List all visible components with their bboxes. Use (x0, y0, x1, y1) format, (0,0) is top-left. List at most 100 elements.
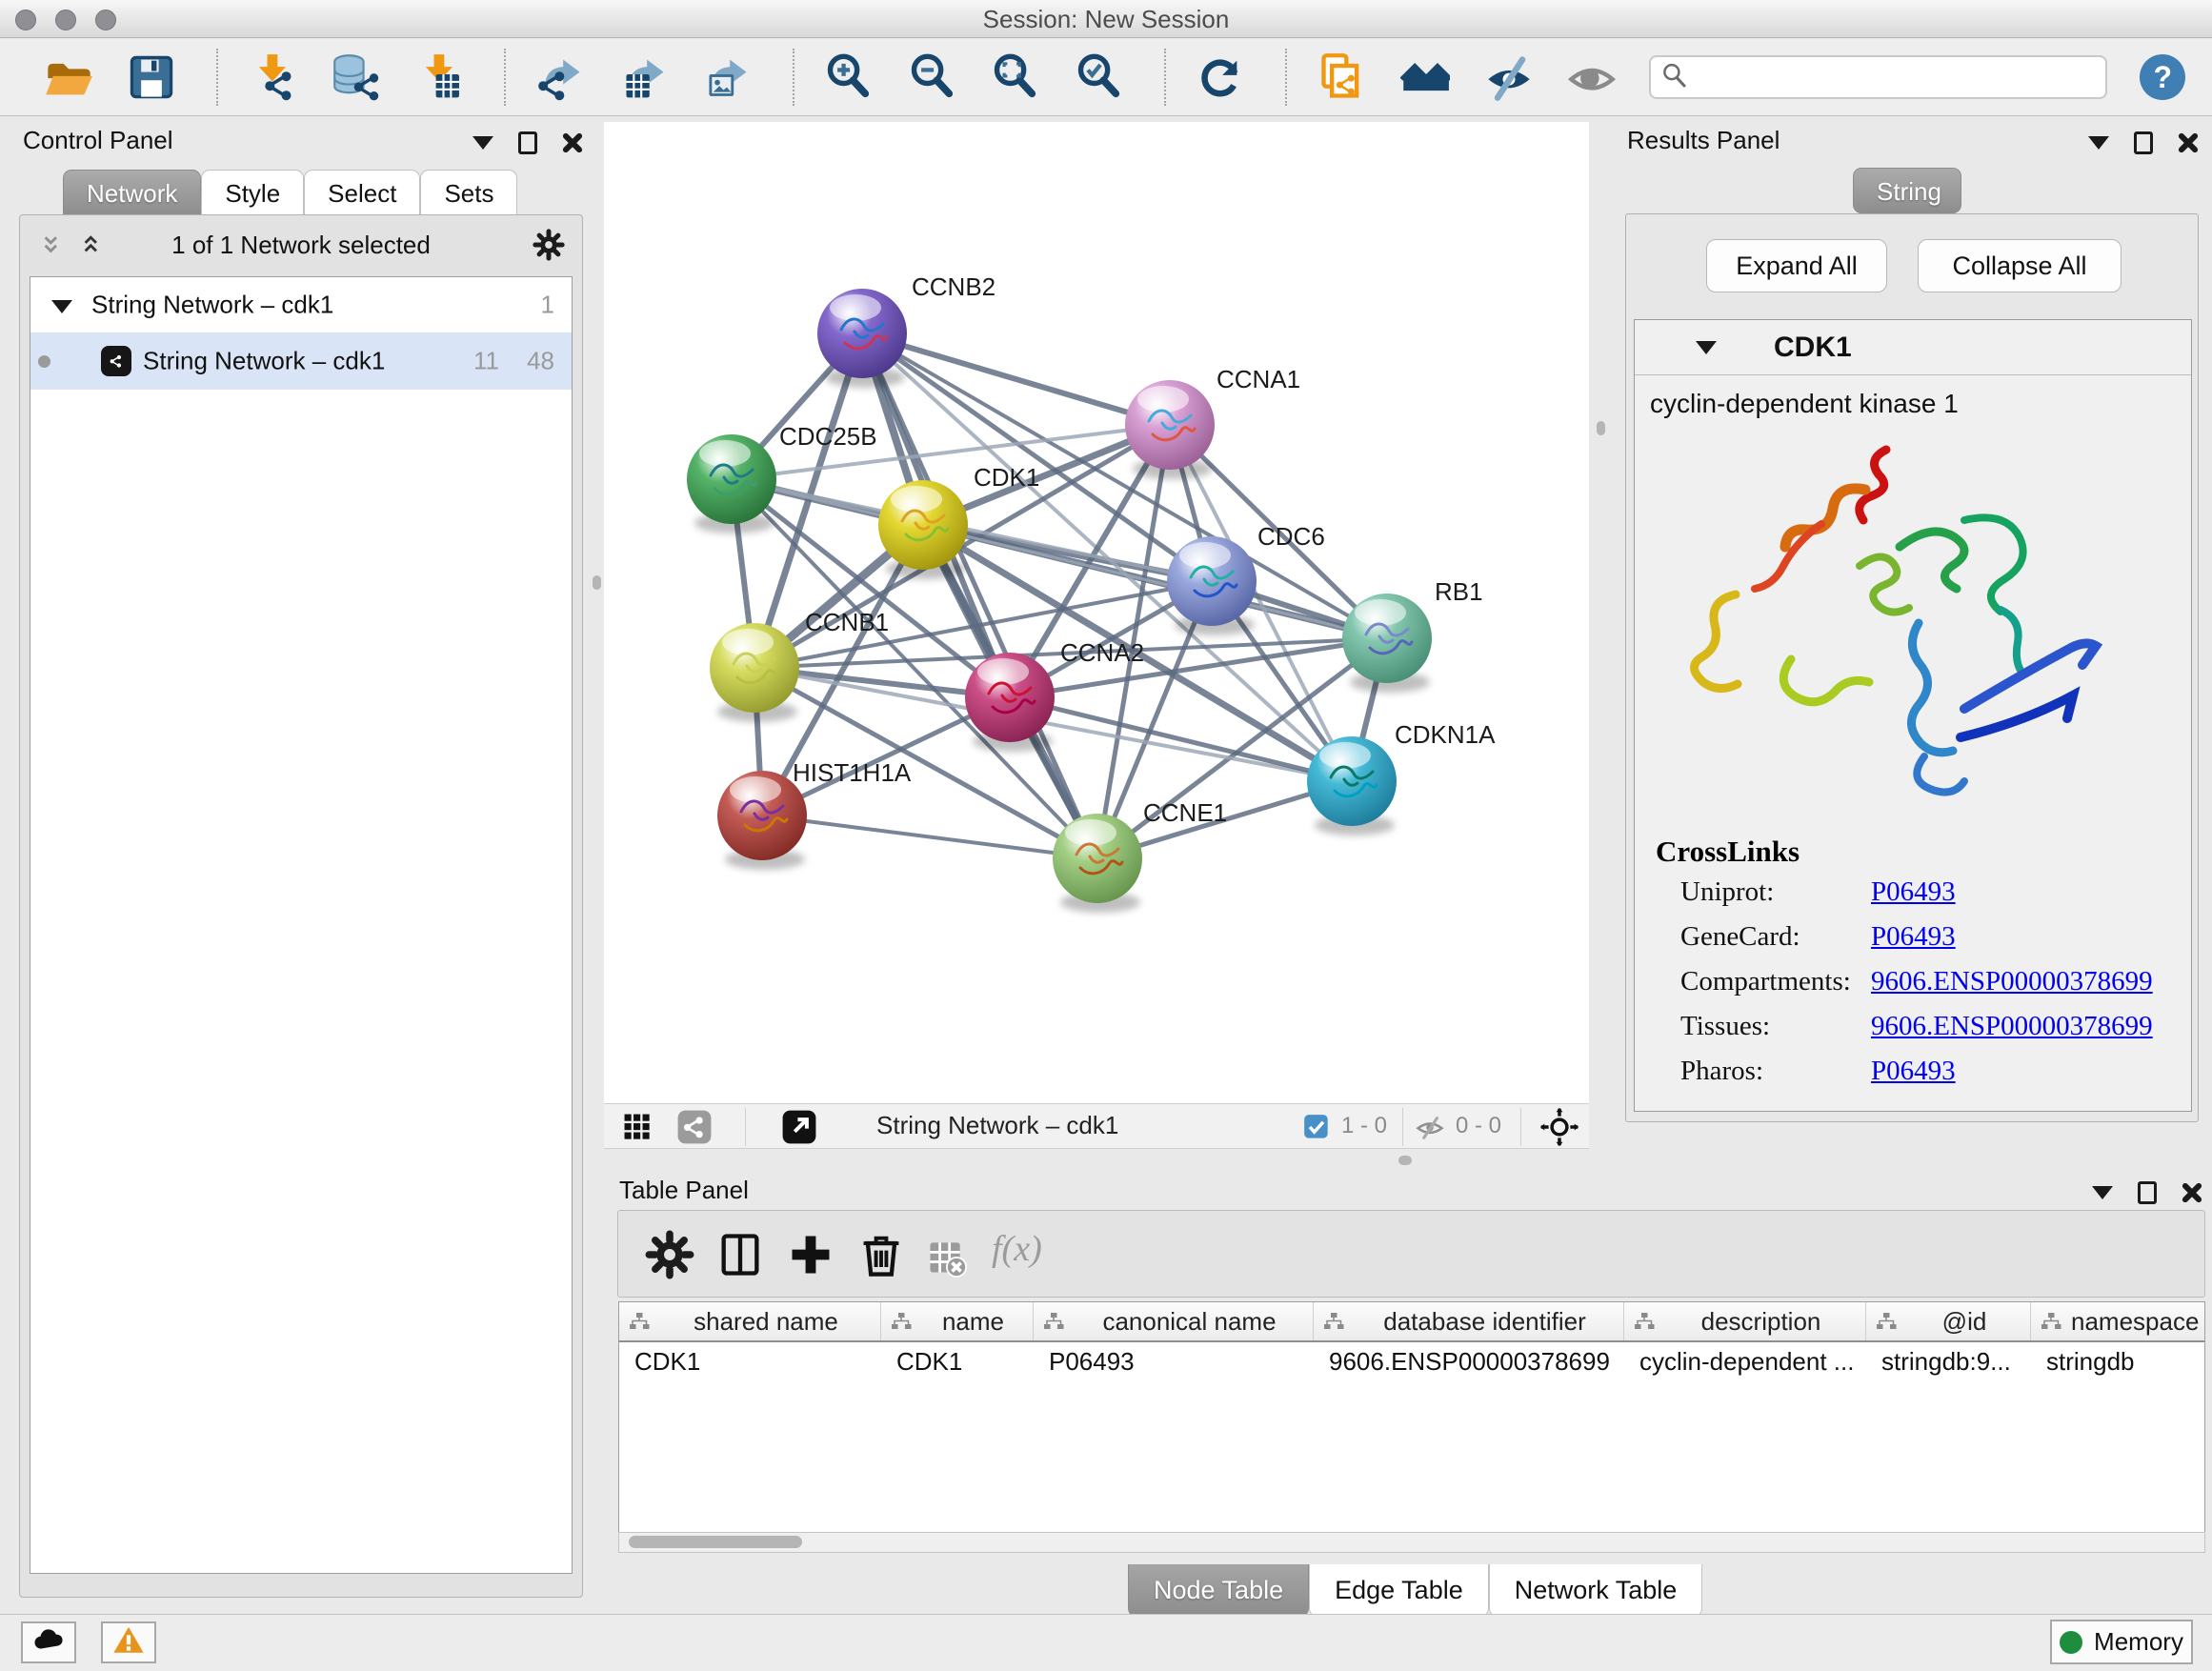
crosslinks-block: CrossLinks Uniprot: P06493GeneCard: P064… (1656, 835, 2170, 1093)
crosslink-link[interactable]: P06493 (1871, 921, 1956, 953)
column-header-canonicalname[interactable]: canonical name (1034, 1302, 1314, 1340)
table-hscrollbar[interactable] (618, 1532, 2205, 1553)
control-panel-header: Control Panel (4, 122, 596, 162)
export-table-button[interactable] (618, 50, 671, 104)
node-CDC6[interactable] (1167, 536, 1257, 635)
panel-menu-icon[interactable] (2088, 136, 2109, 150)
column-header-namespace[interactable]: namespace (2031, 1302, 2205, 1340)
crosslink-link[interactable]: P06493 (1871, 876, 1956, 908)
cell-sharedname[interactable]: CDK1 (619, 1342, 881, 1382)
network-row-selected[interactable]: String Network – cdk1 11 48 (30, 332, 572, 390)
column-header-sharedname[interactable]: shared name (619, 1302, 881, 1340)
node-CCNB2[interactable] (817, 289, 907, 388)
close-panel-icon[interactable] (2178, 132, 2199, 153)
tab-string[interactable]: String (1853, 168, 1961, 213)
zoom-fit-button[interactable] (990, 50, 1042, 104)
detach-view-icon[interactable] (781, 1109, 817, 1145)
cell-canonicalname[interactable]: P06493 (1034, 1342, 1314, 1382)
export-image-button[interactable] (701, 50, 754, 104)
table-gear-icon[interactable] (645, 1230, 694, 1279)
tab-node-table[interactable]: Node Table (1128, 1564, 1309, 1618)
float-panel-icon[interactable] (2134, 131, 2153, 154)
cell-name[interactable]: CDK1 (881, 1342, 1034, 1382)
cell-databaseidentifier[interactable]: 9606.ENSP00000378699 (1314, 1342, 1624, 1382)
node-RB1[interactable] (1342, 594, 1432, 693)
crosslink-link[interactable]: 9606.ENSP00000378699 (1871, 966, 2153, 997)
panel-menu-icon[interactable] (473, 136, 493, 150)
selected-checkbox-icon[interactable] (1303, 1114, 1330, 1140)
tab-select[interactable]: Select (304, 170, 420, 215)
node-CDK1[interactable] (878, 480, 968, 579)
network-collection-row[interactable]: String Network – cdk1 1 (30, 277, 572, 332)
collapse-all-button[interactable]: Collapse All (1918, 239, 2122, 292)
scrollbar-thumb[interactable] (629, 1536, 802, 1548)
import-network-from-database-button[interactable] (330, 50, 382, 104)
cell-id[interactable]: stringdb:9... (1866, 1342, 2031, 1382)
column-header-id[interactable]: @id (1866, 1302, 2031, 1340)
delete-column-icon[interactable] (856, 1230, 906, 1279)
node-table: shared namenamecanonical namedatabase id… (618, 1301, 2205, 1532)
zoom-selected-button[interactable] (1073, 50, 1125, 104)
tab-edge-table[interactable]: Edge Table (1309, 1564, 1489, 1618)
warnings-button[interactable] (101, 1621, 156, 1663)
cloud-status-button[interactable] (21, 1621, 76, 1663)
node-CDKN1A[interactable] (1307, 736, 1397, 836)
edge-HIST1H1A-CCNE1[interactable] (762, 815, 1097, 858)
import-network-from-file-button[interactable] (247, 50, 299, 104)
crosslink-link[interactable]: P06493 (1871, 1056, 1956, 1087)
export-network-button[interactable] (534, 50, 587, 104)
node-CDC25B[interactable] (687, 434, 776, 534)
tab-network-table[interactable]: Network Table (1489, 1564, 1703, 1618)
add-column-icon[interactable] (786, 1230, 835, 1279)
column-header-description[interactable]: description (1624, 1302, 1866, 1340)
section-collapse-icon[interactable] (1696, 341, 1717, 354)
node-CCNB1[interactable] (710, 623, 799, 722)
node-CCNA1[interactable] (1125, 380, 1215, 479)
search-input[interactable] (1649, 55, 2107, 99)
view-network-icon[interactable] (676, 1109, 713, 1145)
help-button[interactable]: ? (2140, 54, 2185, 100)
birdseye-icon[interactable] (1539, 1107, 1579, 1147)
column-header-name[interactable]: name (881, 1302, 1034, 1340)
node-CCNE1[interactable] (1053, 814, 1142, 913)
edge-CCNB2-CCNA1[interactable] (862, 333, 1170, 425)
float-panel-icon[interactable] (518, 131, 537, 154)
apply-layout-button[interactable] (1195, 50, 1247, 104)
node-section-header[interactable]: CDK1 (1635, 320, 2191, 375)
crosslink-link[interactable]: 9606.ENSP00000378699 (1871, 1011, 2153, 1042)
tab-network[interactable]: Network (63, 170, 201, 215)
expand-all-button[interactable]: Expand All (1706, 239, 1887, 292)
gear-icon[interactable] (533, 229, 565, 261)
hide-selected-button[interactable] (1482, 50, 1535, 104)
first-neighbors-button[interactable] (1399, 50, 1452, 104)
float-panel-icon[interactable] (2138, 1181, 2157, 1204)
show-all-button[interactable] (1566, 50, 1619, 104)
results-panel-title: Results Panel (1627, 126, 1780, 155)
column-header-databaseidentifier[interactable]: database identifier (1314, 1302, 1624, 1340)
network-canvas[interactable]: CCNB2 CCNA1 CDC25B CDK1 CDC6 RB1 CCNB1 C… (604, 122, 1589, 1103)
open-session-button[interactable] (42, 50, 94, 104)
cell-description[interactable]: cyclin-dependent ... (1624, 1342, 1866, 1382)
tab-sets[interactable]: Sets (420, 170, 517, 215)
show-columns-icon[interactable] (715, 1230, 765, 1279)
collection-expand-icon[interactable] (51, 300, 72, 313)
panel-menu-icon[interactable] (2092, 1186, 2113, 1199)
save-session-button[interactable] (125, 50, 177, 104)
hidden-eye-icon[interactable] (1414, 1113, 1446, 1141)
table-row[interactable]: CDK1CDK1P064939606.ENSP00000378699cyclin… (619, 1342, 2204, 1382)
h-splitter-handle[interactable] (1398, 1156, 1412, 1165)
node-label-CCNA2: CCNA2 (1060, 638, 1144, 667)
node-CCNA2[interactable] (965, 653, 1055, 752)
right-splitter-handle[interactable] (1597, 421, 1605, 435)
tab-style[interactable]: Style (201, 170, 304, 215)
zoom-out-button[interactable] (906, 50, 958, 104)
import-table-from-file-button[interactable] (413, 50, 466, 104)
memory-button[interactable]: Memory (2050, 1620, 2193, 1664)
view-grid-icon[interactable] (619, 1109, 655, 1145)
close-panel-icon[interactable] (562, 132, 583, 153)
close-panel-icon[interactable] (2182, 1182, 2202, 1203)
left-splitter-handle[interactable] (593, 575, 601, 590)
new-network-from-selection-button[interactable] (1316, 50, 1368, 104)
cell-namespace[interactable]: stringdb (2031, 1342, 2205, 1382)
zoom-in-button[interactable] (823, 50, 875, 104)
